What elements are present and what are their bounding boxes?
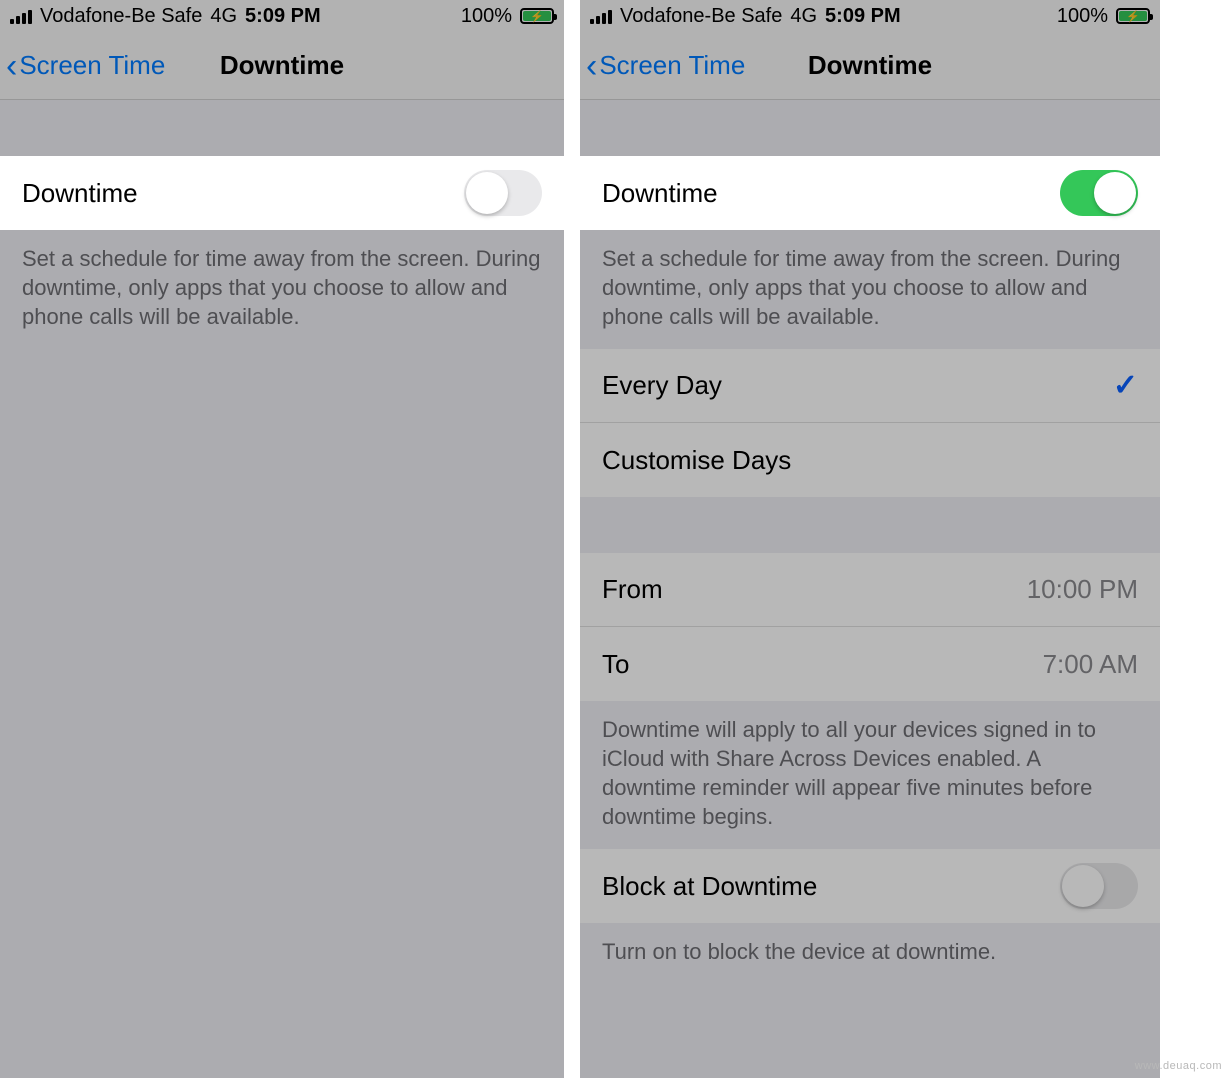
downtime-description: Set a schedule for time away from the sc… xyxy=(0,230,564,349)
to-value: 7:00 AM xyxy=(1043,649,1138,680)
screen-downtime-off: Vodafone-Be Safe 4G 5:09 PM 100% ⚡ ‹ Scr… xyxy=(0,0,580,1078)
signal-icon xyxy=(590,8,612,24)
downtime-label: Downtime xyxy=(22,178,138,209)
back-button[interactable]: ‹ Screen Time xyxy=(0,49,165,83)
block-switch[interactable] xyxy=(1060,863,1138,909)
nav-header: ‹ Screen Time Downtime xyxy=(580,32,1160,100)
from-label: From xyxy=(602,574,663,605)
clock-label: 5:09 PM xyxy=(825,5,901,28)
nav-header: ‹ Screen Time Downtime xyxy=(0,32,564,100)
carrier-label: Vodafone-Be Safe xyxy=(620,5,782,28)
every-day-label: Every Day xyxy=(602,370,722,401)
back-label: Screen Time xyxy=(19,50,165,81)
block-label: Block at Downtime xyxy=(602,871,817,902)
chevron-left-icon: ‹ xyxy=(6,49,17,83)
signal-icon xyxy=(10,8,32,24)
clock-label: 5:09 PM xyxy=(245,5,321,28)
battery-percent: 100% xyxy=(1057,5,1108,28)
downtime-switch[interactable] xyxy=(1060,170,1138,216)
carrier-label: Vodafone-Be Safe xyxy=(40,5,202,28)
checkmark-icon: ✓ xyxy=(1113,368,1138,403)
battery-icon: ⚡ xyxy=(520,8,554,24)
every-day-row[interactable]: Every Day ✓ xyxy=(580,349,1160,423)
to-time-row[interactable]: To 7:00 AM xyxy=(580,627,1160,701)
chevron-left-icon: ‹ xyxy=(586,49,597,83)
block-at-downtime-row[interactable]: Block at Downtime xyxy=(580,849,1160,923)
from-time-row[interactable]: From 10:00 PM xyxy=(580,553,1160,627)
page-title: Downtime xyxy=(220,50,344,81)
screen-downtime-on: Vodafone-Be Safe 4G 5:09 PM 100% ⚡ ‹ Scr… xyxy=(580,0,1160,1078)
battery-percent: 100% xyxy=(461,5,512,28)
to-label: To xyxy=(602,649,629,680)
downtime-toggle-row[interactable]: Downtime xyxy=(0,156,564,230)
downtime-toggle-row[interactable]: Downtime xyxy=(580,156,1160,230)
block-note: Turn on to block the device at downtime. xyxy=(580,923,1160,984)
battery-icon: ⚡ xyxy=(1116,8,1150,24)
downtime-switch[interactable] xyxy=(464,170,542,216)
status-bar: Vodafone-Be Safe 4G 5:09 PM 100% ⚡ xyxy=(0,0,564,32)
downtime-description: Set a schedule for time away from the sc… xyxy=(580,230,1160,349)
network-label: 4G xyxy=(790,5,817,28)
downtime-label: Downtime xyxy=(602,178,718,209)
customise-days-label: Customise Days xyxy=(602,445,791,476)
customise-days-row[interactable]: Customise Days xyxy=(580,423,1160,497)
back-button[interactable]: ‹ Screen Time xyxy=(580,49,745,83)
network-label: 4G xyxy=(210,5,237,28)
page-title: Downtime xyxy=(808,50,932,81)
from-value: 10:00 PM xyxy=(1027,574,1138,605)
devices-note: Downtime will apply to all your devices … xyxy=(580,701,1160,849)
back-label: Screen Time xyxy=(599,50,745,81)
status-bar: Vodafone-Be Safe 4G 5:09 PM 100% ⚡ xyxy=(580,0,1160,32)
watermark: www.deuaq.com xyxy=(1135,1060,1222,1072)
